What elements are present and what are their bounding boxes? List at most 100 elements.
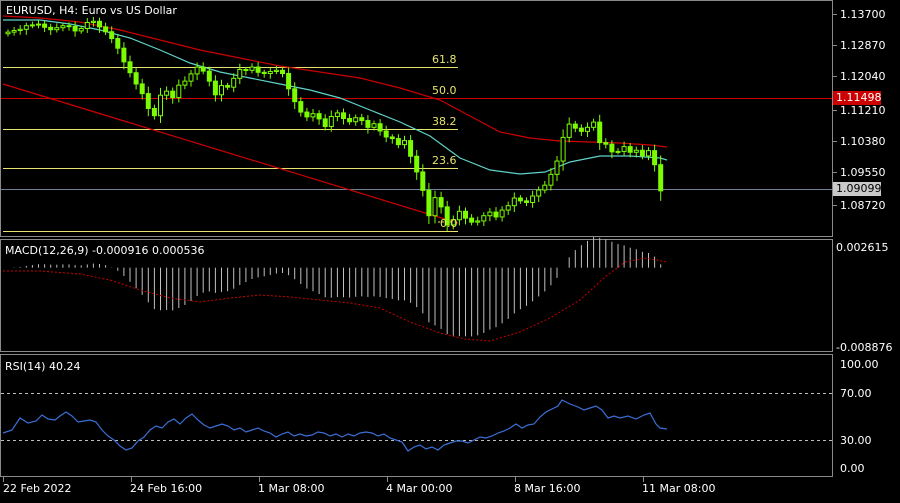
candle[interactable] <box>414 149 420 180</box>
candle[interactable] <box>499 206 505 222</box>
candle[interactable] <box>371 120 377 131</box>
moving-average-fast[interactable] <box>3 19 668 175</box>
candle[interactable] <box>255 62 261 77</box>
candle[interactable] <box>5 29 11 37</box>
candle[interactable] <box>383 125 389 143</box>
candle[interactable] <box>652 144 658 172</box>
candle-body <box>316 113 322 120</box>
candle[interactable] <box>139 78 145 100</box>
candle[interactable] <box>438 191 444 214</box>
candle-body <box>249 66 255 71</box>
candle[interactable] <box>377 119 383 136</box>
candle[interactable] <box>463 207 468 225</box>
candle[interactable] <box>225 82 231 90</box>
candle[interactable] <box>420 164 426 197</box>
candle[interactable] <box>212 75 218 102</box>
candle[interactable] <box>591 118 597 131</box>
candle[interactable] <box>505 201 511 215</box>
candle[interactable] <box>133 68 139 90</box>
candle[interactable] <box>249 63 255 74</box>
candle[interactable] <box>151 104 157 120</box>
candle[interactable] <box>408 135 414 164</box>
candle[interactable] <box>322 114 328 131</box>
candle[interactable] <box>72 21 78 37</box>
candle[interactable] <box>286 67 292 96</box>
candlestick-series[interactable] <box>5 17 664 231</box>
candle[interactable] <box>517 195 523 204</box>
candle[interactable] <box>42 21 48 32</box>
candle[interactable] <box>170 87 176 104</box>
candle[interactable] <box>298 97 304 117</box>
candle[interactable] <box>536 186 542 203</box>
candle[interactable] <box>261 69 267 78</box>
candle[interactable] <box>646 147 651 161</box>
candle[interactable] <box>597 114 603 150</box>
candle[interactable] <box>121 42 127 70</box>
macd-signal-line[interactable] <box>3 257 668 342</box>
candle[interactable] <box>511 192 517 213</box>
candle[interactable] <box>267 67 273 79</box>
candle[interactable] <box>310 109 316 122</box>
candle[interactable] <box>359 113 365 126</box>
candle[interactable] <box>328 110 334 132</box>
candle[interactable] <box>334 109 340 122</box>
candle[interactable] <box>548 168 554 191</box>
candle[interactable] <box>566 117 572 143</box>
candle[interactable] <box>164 86 170 101</box>
candle[interactable] <box>182 76 188 90</box>
candle[interactable] <box>524 197 529 206</box>
candle[interactable] <box>627 143 633 158</box>
candle[interactable] <box>145 86 151 117</box>
candle[interactable] <box>48 23 54 36</box>
candle[interactable] <box>469 214 475 226</box>
price-level-tag[interactable]: 1.11498 <box>833 91 882 105</box>
candle[interactable] <box>542 181 548 194</box>
candle[interactable] <box>347 113 353 125</box>
candle[interactable] <box>389 134 395 144</box>
candle[interactable] <box>395 134 401 149</box>
candle[interactable] <box>402 135 407 149</box>
candle[interactable] <box>432 190 438 224</box>
candle[interactable] <box>353 114 359 126</box>
candle[interactable] <box>103 22 109 36</box>
candle[interactable] <box>84 18 90 33</box>
candle[interactable] <box>493 207 499 221</box>
candle[interactable] <box>188 70 194 87</box>
candle[interactable] <box>237 63 243 85</box>
candle-body <box>11 30 17 33</box>
candle[interactable] <box>29 21 35 29</box>
trading-chart-window[interactable]: EURUSD, H4: Euro vs US Dollar MACD(12,26… <box>0 0 900 500</box>
fibonacci-retracement[interactable] <box>3 67 458 232</box>
candle[interactable] <box>200 62 206 75</box>
candle[interactable] <box>572 120 578 133</box>
candle[interactable] <box>280 67 285 78</box>
candle[interactable] <box>585 122 590 137</box>
candle[interactable] <box>475 216 481 226</box>
candle[interactable] <box>365 115 371 134</box>
candle[interactable] <box>54 23 60 33</box>
candle[interactable] <box>60 22 66 32</box>
candle[interactable] <box>487 208 493 222</box>
candle[interactable] <box>243 66 249 76</box>
candle[interactable] <box>481 212 487 227</box>
candle[interactable] <box>231 73 237 93</box>
candle[interactable] <box>158 87 163 123</box>
candle[interactable] <box>658 155 664 201</box>
candle[interactable] <box>615 148 621 155</box>
candle[interactable] <box>127 55 133 78</box>
candle[interactable] <box>341 108 346 125</box>
candle[interactable] <box>115 34 121 55</box>
candle[interactable] <box>23 22 29 35</box>
candle[interactable] <box>554 156 560 182</box>
candle[interactable] <box>578 124 584 137</box>
candle[interactable] <box>304 107 310 122</box>
rsi-line[interactable] <box>2 399 668 452</box>
candle[interactable] <box>36 19 41 29</box>
candle[interactable] <box>316 110 322 125</box>
candle[interactable] <box>11 26 17 36</box>
candle[interactable] <box>17 25 23 35</box>
candle[interactable] <box>176 79 182 103</box>
candle[interactable] <box>530 190 536 208</box>
trend-line[interactable] <box>2 83 459 224</box>
candle[interactable] <box>603 138 609 149</box>
